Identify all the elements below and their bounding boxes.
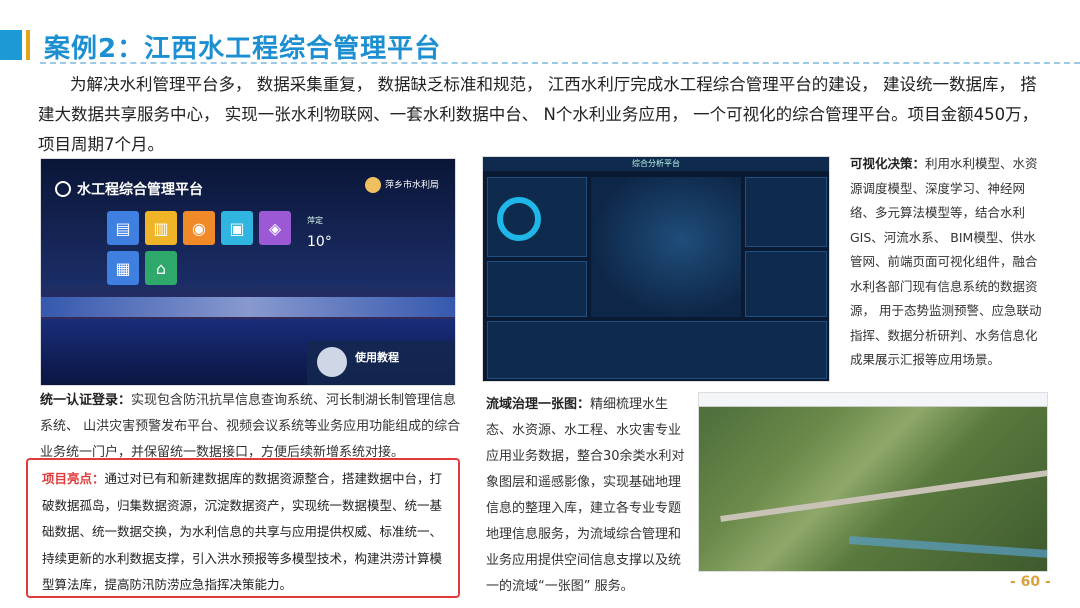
platform-header: 水工程综合管理平台 <box>77 182 203 198</box>
map-toolbar <box>699 393 1047 407</box>
stat-box <box>487 261 587 317</box>
title-accent-bar <box>0 30 22 60</box>
weather-temp: 10° <box>307 234 332 250</box>
tile-icon: ▤ <box>107 211 139 245</box>
caption-login: 统一认证登录：实现包含防汛抗旱信息查询系统、河长制湖长制管理信息系统、 山洪灾害… <box>40 388 466 466</box>
intro-paragraph: 为解决水利管理平台多， 数据采集重复， 数据缺乏标准和规范， 江西水利厅完成水工… <box>38 75 1039 154</box>
guide-panel: 使用教程 <box>307 341 455 385</box>
screenshot-management-platform: 水工程综合管理平台 萍乡市水利局 ▤ ▥ ◉ ▣ ◈ ▦ ⌂ 萍定 10° 使用… <box>40 158 456 386</box>
guide-label: 使用教程 <box>355 351 399 364</box>
highlight-box: 项目亮点：通过对已有和新建数据库的数据资源整合，搭建数据中台，打破数据孤岛，归集… <box>26 458 460 598</box>
caption-basin: 流域治理一张图：精细梳理水生态、水资源、水工程、水灾害专业应用业务数据，整合30… <box>486 392 692 600</box>
tile-icon: ▥ <box>145 211 177 245</box>
tile-icon: ▦ <box>107 251 139 285</box>
title-accent-stripe <box>26 30 30 60</box>
stat-box <box>745 251 827 317</box>
map-view <box>591 177 741 317</box>
page-number: - 60 - <box>1010 574 1051 590</box>
analysis-title: 综合分析平台 <box>483 157 829 171</box>
avatar <box>364 177 381 193</box>
ring-gauge <box>497 197 541 241</box>
tile-icon: ⌂ <box>145 251 177 285</box>
bridge-image <box>41 297 455 317</box>
caption-visual-label: 可视化决策： <box>850 156 926 171</box>
caption-basin-label: 流域治理一张图： <box>486 397 591 412</box>
app-tiles: ▤ ▥ ◉ ▣ ◈ ▦ ⌂ <box>107 211 329 285</box>
screenshot-basin-map <box>698 392 1048 572</box>
tile-icon: ◈ <box>259 211 291 245</box>
highlight-text: 通过对已有和新建数据库的数据资源整合，搭建数据中台，打破数据孤岛，归集数据资源，… <box>42 471 443 592</box>
map-river <box>848 536 1047 558</box>
weather-widget: 萍定 10° <box>307 215 437 250</box>
caption-login-label: 统一认证登录： <box>40 393 132 408</box>
slide-title: 案例2：江西水工程综合管理平台 <box>44 34 442 64</box>
stat-box <box>745 177 827 247</box>
caption-visual-text: 利用水利模型、水资源调度模型、深度学习、神经网络、多元算法模型等，结合水利GIS… <box>850 156 1042 367</box>
platform-user: 萍乡市水利局 <box>364 177 439 193</box>
map-road <box>720 470 1047 522</box>
weather-city: 萍定 <box>307 216 323 225</box>
platform-user-name: 萍乡市水利局 <box>384 180 439 191</box>
tile-icon: ▣ <box>221 211 253 245</box>
highlight-label: 项目亮点： <box>42 471 105 486</box>
tile-icon: ◉ <box>183 211 215 245</box>
caption-visual: 可视化决策：利用水利模型、水资源调度模型、深度学习、神经网络、多元算法模型等，结… <box>850 152 1046 373</box>
bottom-stats <box>487 321 827 379</box>
guide-icon <box>317 347 347 377</box>
screenshot-analysis-platform: 综合分析平台 <box>482 156 830 382</box>
title-divider <box>40 62 1080 64</box>
platform-logo-icon <box>55 181 71 197</box>
caption-basin-text: 精细梳理水生态、水资源、水工程、水灾害专业应用业务数据，整合30余类水利对象图层… <box>486 397 685 594</box>
